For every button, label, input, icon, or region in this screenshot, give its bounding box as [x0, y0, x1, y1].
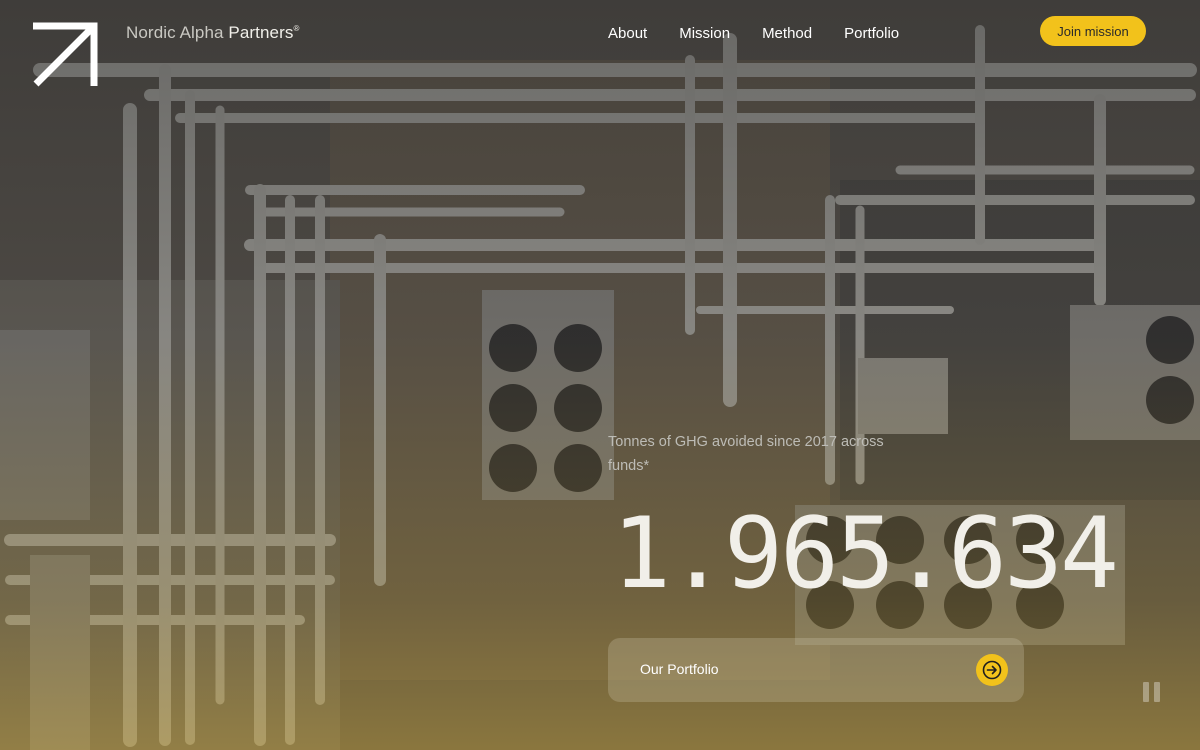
brand-name-bold: Partners: [228, 23, 294, 42]
pause-bar: [1143, 682, 1149, 702]
pause-icon[interactable]: [1143, 682, 1163, 704]
arrow-right-icon: [982, 660, 1002, 680]
main-nav: About Mission Method Portfolio: [608, 25, 899, 43]
hero-section: [0, 0, 1200, 750]
gradient-overlay: [0, 0, 1200, 750]
brand-name[interactable]: Nordic Alpha Partners®: [126, 23, 299, 43]
stat-caption: Tonnes of GHG avoided since 2017 across …: [608, 434, 884, 474]
our-portfolio-card[interactable]: Our Portfolio: [608, 638, 1024, 702]
arrow-up-right-logo-icon[interactable]: [30, 22, 98, 90]
nav-link-portfolio[interactable]: Portfolio: [844, 25, 899, 43]
our-portfolio-label: Our Portfolio: [640, 661, 719, 677]
brand-name-light: Nordic Alpha: [126, 23, 224, 42]
portfolio-arrow-button[interactable]: [976, 654, 1008, 686]
pause-bar: [1154, 682, 1160, 702]
ghg-counter: 1.965.634: [612, 497, 1119, 611]
nav-link-method[interactable]: Method: [762, 25, 812, 43]
registered-mark: ®: [293, 24, 300, 33]
nav-link-about[interactable]: About: [608, 25, 647, 43]
nav-link-mission[interactable]: Mission: [679, 25, 730, 43]
join-mission-button[interactable]: Join mission: [1040, 16, 1146, 46]
